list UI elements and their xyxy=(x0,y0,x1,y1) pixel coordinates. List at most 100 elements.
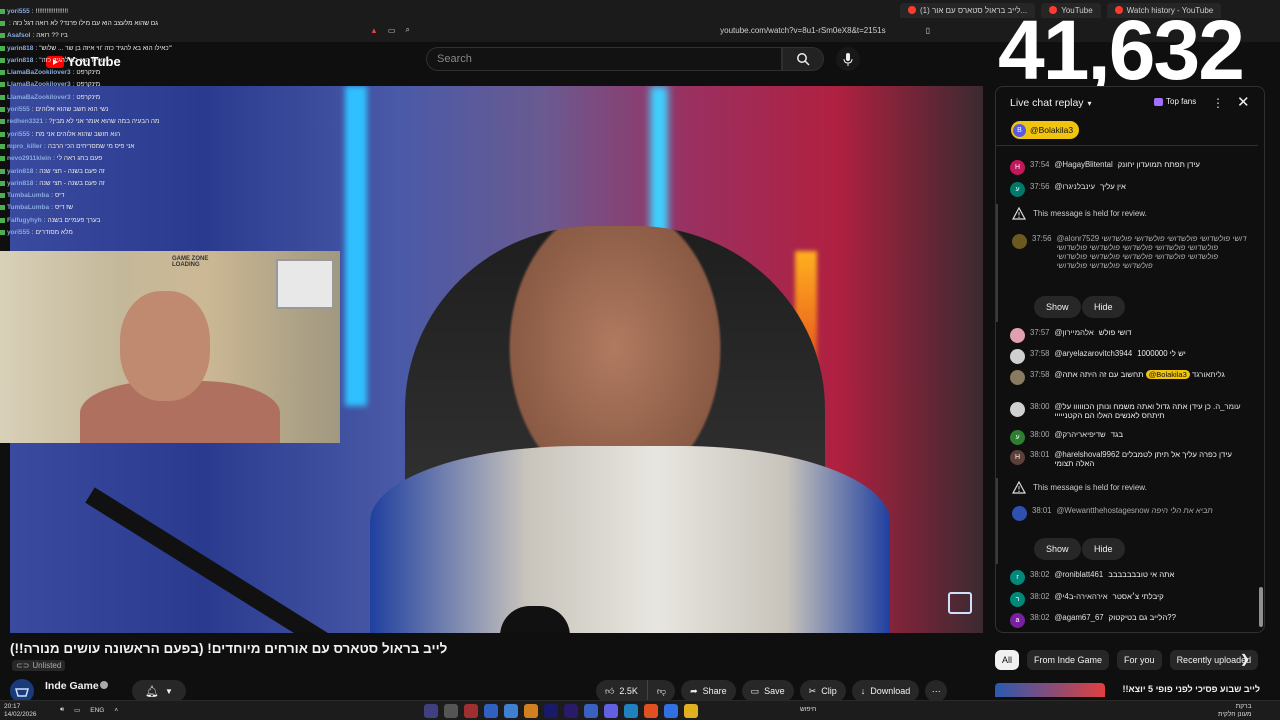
voice-search-button[interactable] xyxy=(836,47,860,71)
stream-chat-username: yori555 xyxy=(7,130,30,138)
app-icon[interactable] xyxy=(664,704,678,718)
app-icon[interactable] xyxy=(484,704,498,718)
show-message-button[interactable]: Show xyxy=(1034,538,1081,560)
author[interactable]: @Wewantthehostagesnow xyxy=(1057,506,1150,515)
author[interactable]: @עינבלניגרו xyxy=(1055,182,1096,197)
more-actions-button[interactable]: ⋯ xyxy=(925,680,948,702)
author[interactable]: @aryelazarovitch3944 xyxy=(1055,349,1133,364)
extension-icon[interactable]: ▲ xyxy=(370,26,378,35)
filter-all[interactable]: All xyxy=(995,650,1020,670)
author[interactable]: @alonr7529 xyxy=(1057,234,1100,243)
url-text[interactable]: youtube.com/watch?v=8u1-rSm0eX8&t=2151s xyxy=(720,26,885,35)
chevron-up-icon[interactable]: ˄ xyxy=(114,707,118,714)
filter-from-channel[interactable]: From Inde Game xyxy=(1027,650,1110,670)
stream-chat-username: yori555 xyxy=(7,7,30,15)
separator: : xyxy=(9,19,11,27)
weather-widget[interactable]: ברקת מעונן חלקית xyxy=(1218,703,1251,719)
channel-watermark-icon[interactable] xyxy=(948,592,972,614)
thumbs-down-icon: 👎︎ xyxy=(656,685,667,696)
app-icon[interactable] xyxy=(624,704,638,718)
stream-chat-line: yarin818: זה פעם בשנה - חצי שנה xyxy=(0,165,200,177)
clip-button[interactable]: ✂ Clip xyxy=(799,680,846,702)
app-icon[interactable] xyxy=(524,704,538,718)
chat-scrollbar[interactable] xyxy=(1258,145,1264,631)
top-fans-button[interactable]: Top fans xyxy=(1154,97,1196,106)
stream-chat-text: פעם בחג ראה לי xyxy=(56,155,103,163)
stream-chat-username: yarin818 xyxy=(7,56,34,64)
bookmark-icon[interactable]: ▯ xyxy=(926,26,930,35)
dislike-button[interactable]: 👎︎ xyxy=(647,680,676,702)
stream-chat-line: TumbaLumba: שז דיס xyxy=(0,202,200,214)
stream-chat-text: אני פיס מי שמסריחים הכי הרבה xyxy=(47,142,135,150)
microphone-icon xyxy=(843,52,853,66)
message-text: בגד xyxy=(1110,430,1124,439)
youtube-favicon-icon xyxy=(908,6,916,14)
stream-chat-username: TumbaLumba xyxy=(7,192,50,200)
show-message-button[interactable]: Show xyxy=(1034,296,1081,318)
search-input[interactable]: Search xyxy=(426,47,782,71)
hide-message-button[interactable]: Hide xyxy=(1082,538,1125,560)
screenshot-icon[interactable]: ▭ xyxy=(388,26,396,35)
download-button[interactable]: ↓ Download xyxy=(851,680,920,702)
timestamp: 37:56 xyxy=(1032,234,1052,243)
taskbar-search[interactable]: חיפוש xyxy=(800,706,816,713)
visibility-label: Unlisted xyxy=(32,661,62,670)
pinned-username: @Bolakila3 xyxy=(1030,125,1074,135)
notifications-button[interactable]: 🔔︎ ▼ xyxy=(132,680,186,702)
app-icon[interactable] xyxy=(644,704,658,718)
filter-for-you[interactable]: For you xyxy=(1117,650,1162,670)
close-icon[interactable]: ✕ xyxy=(1237,93,1250,111)
pinned-user-chip[interactable]: B @Bolakila3 xyxy=(1011,121,1080,139)
app-icon[interactable] xyxy=(544,704,558,718)
stream-chat-line: yori555:!!!!!!!!!!!!!!!!!! xyxy=(0,5,200,17)
author[interactable]: @שדיפיאריהרק xyxy=(1055,430,1106,445)
network-icon[interactable]: ▭ xyxy=(74,706,80,714)
zoom-icon[interactable]: ⌕ xyxy=(405,25,409,35)
author[interactable]: @HagayBlitental xyxy=(1055,160,1113,175)
share-button[interactable]: ➦ Share xyxy=(681,680,736,702)
app-icon[interactable] xyxy=(504,704,518,718)
stream-chat-text: נשי הוא חשב שהוא אלוהים xyxy=(35,106,109,114)
clock[interactable]: 20:17 14/02/2026 xyxy=(4,703,37,719)
language-indicator[interactable]: ENG xyxy=(90,707,104,714)
app-icon[interactable] xyxy=(584,704,598,718)
chevron-right-icon[interactable]: ❯ xyxy=(1240,652,1250,666)
stream-chat-username: yarin818 xyxy=(7,44,34,52)
recommended-title[interactable]: לייב שבוע פסיכי לפני פופי 5 יוצא!! xyxy=(1110,684,1261,694)
author[interactable]: @agam67_67 xyxy=(1055,613,1104,628)
avatar: ר xyxy=(1010,592,1025,607)
stream-chat-username: yarin818 xyxy=(7,167,34,175)
message-text: עידן תפתח תמועדון יחונק xyxy=(1117,160,1200,169)
held-message: 38:01 @Wewantthehostagesnow תביא את הלי … xyxy=(1012,506,1252,521)
hide-message-button[interactable]: Hide xyxy=(1082,296,1125,318)
app-icon[interactable] xyxy=(424,704,438,718)
channel-name[interactable]: Inde Game xyxy=(45,680,99,692)
avatar xyxy=(1010,349,1025,364)
like-button[interactable]: 👍︎ 2.5K xyxy=(596,680,648,702)
recommended-thumbnail[interactable] xyxy=(995,683,1105,697)
stream-chat-line: yarin818: זה פעם בשנה - חצי שנה xyxy=(0,177,200,189)
app-icon[interactable] xyxy=(604,704,618,718)
app-icon[interactable] xyxy=(464,704,478,718)
folder-icon[interactable] xyxy=(684,704,698,718)
chat-message: ע 38:00 @שדיפיאריהרק בגד xyxy=(1010,430,1250,445)
volume-icon[interactable]: 🔊︎ xyxy=(60,706,64,714)
author[interactable]: @roniblatt461 xyxy=(1055,570,1104,585)
more-vertical-icon[interactable]: ⋮ xyxy=(1212,96,1224,110)
search-button[interactable] xyxy=(782,47,824,71)
app-icon[interactable] xyxy=(564,704,578,718)
save-button[interactable]: ▭ Save xyxy=(741,680,794,702)
scroll-thumb[interactable] xyxy=(1259,587,1263,627)
stream-chat-text: דיס xyxy=(54,192,65,200)
badge-icon xyxy=(0,193,5,199)
separator: : xyxy=(72,81,75,89)
author[interactable]: @אלהמיירון xyxy=(1055,328,1094,343)
mention-chip[interactable]: @Bolakila3 xyxy=(1145,370,1190,379)
author[interactable]: @harelshoval9962 xyxy=(1055,450,1120,459)
address-bar[interactable]: ▲ ▭ ⌕ youtube.com/watch?v=8u1-rSm0eX8&t=… xyxy=(370,22,930,38)
share-icon: ➦ xyxy=(690,685,698,696)
chat-mode-dropdown[interactable]: Live chat replay ▾ xyxy=(1010,97,1092,109)
app-icon[interactable] xyxy=(444,704,458,718)
author[interactable]: @אירהאירה-ב4י xyxy=(1055,592,1108,607)
stream-chat-username: yori555 xyxy=(7,106,30,114)
